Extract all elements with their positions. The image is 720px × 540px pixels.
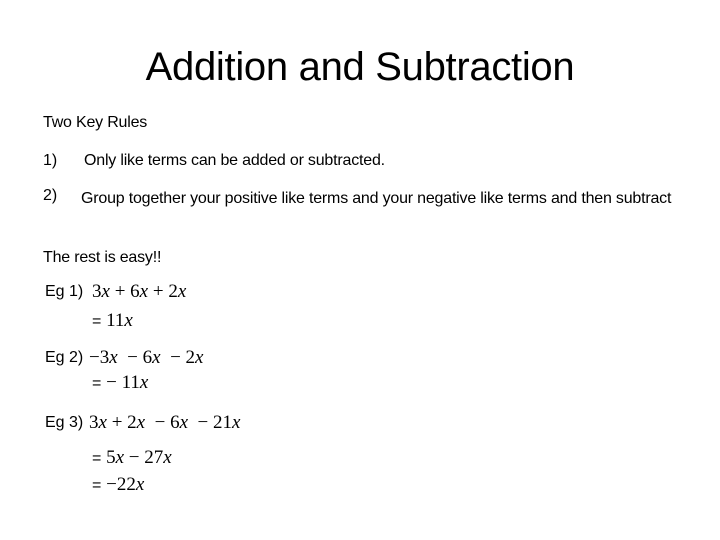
variable-x: x [152, 347, 161, 368]
variable-x: x [231, 412, 241, 433]
example-3-step-2: = −22x [92, 474, 145, 495]
example-3-expression: 3x + 2x − 6x − 21x [89, 412, 241, 433]
equals-sign: = [92, 450, 102, 467]
variable-x: x [195, 347, 204, 368]
example-2-label: Eg 2) [45, 349, 84, 366]
rule-2-text: Group together your positive like terms … [81, 190, 672, 207]
variable-x: x [98, 412, 107, 433]
example-3-label: Eg 3) [45, 414, 84, 431]
rule-1-number: 1) [43, 152, 58, 169]
example-1-expression: 3x + 6x + 2x [92, 281, 187, 302]
variable-x: x [135, 474, 145, 495]
example-3-step-1: = 5x − 27x [92, 447, 172, 468]
variable-x: x [101, 281, 110, 302]
variable-x: x [109, 347, 118, 368]
slide-title: Addition and Subtraction [145, 45, 575, 89]
rule-1-text: Only like terms can be added or subtract… [84, 152, 385, 169]
subtitle: Two Key Rules [43, 114, 148, 131]
variable-x: x [163, 447, 172, 468]
variable-x: x [124, 310, 133, 331]
example-2-step-1: = − 11x [92, 372, 149, 393]
variable-x: x [139, 372, 149, 393]
variable-x: x [177, 281, 187, 302]
variable-x: x [115, 447, 125, 468]
variable-x: x [136, 412, 146, 433]
equals-sign: = [92, 313, 102, 330]
example-1-step-1: = 11x [92, 310, 133, 331]
variable-x: x [179, 412, 188, 433]
equals-sign: = [92, 375, 102, 392]
example-2-expression: −3x − 6x − 2x [89, 347, 204, 368]
example-1-label: Eg 1) [45, 283, 84, 300]
equals-sign: = [92, 477, 102, 494]
rule-2-number: 2) [43, 187, 58, 204]
variable-x: x [139, 281, 149, 302]
closing-text: The rest is easy!! [43, 249, 162, 266]
